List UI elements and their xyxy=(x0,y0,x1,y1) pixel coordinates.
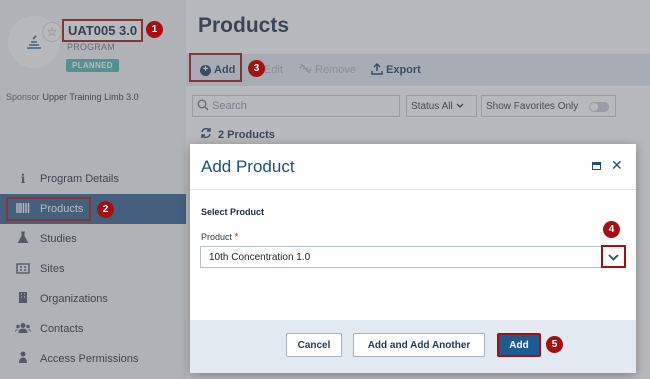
dialog-title: Add Product xyxy=(201,157,295,176)
dialog-header: Add Product ✕ xyxy=(190,144,636,190)
chevron-down-icon xyxy=(608,248,619,266)
callout-badge-3: 3 xyxy=(248,60,265,77)
product-select-value: 10th Concentration 1.0 xyxy=(209,252,311,263)
dialog-footer: Cancel Add and Add Another Add xyxy=(190,320,636,373)
add-and-add-another-button[interactable]: Add and Add Another xyxy=(353,333,485,357)
add-submit-button[interactable]: Add xyxy=(497,333,541,357)
cancel-button[interactable]: Cancel xyxy=(286,333,342,357)
product-field-label: Product * xyxy=(201,232,238,243)
product-field-label-text: Product xyxy=(201,232,233,242)
callout-badge-1: 1 xyxy=(146,21,163,38)
section-label: Select Product xyxy=(201,207,265,217)
callout-badge-2: 2 xyxy=(97,201,114,218)
close-icon[interactable]: ✕ xyxy=(611,158,623,172)
required-mark: * xyxy=(234,232,239,243)
callout-badge-5: 5 xyxy=(546,336,563,353)
product-dropdown-toggle[interactable] xyxy=(601,245,626,268)
callout-badge-4: 4 xyxy=(603,221,620,238)
product-select[interactable]: 10th Concentration 1.0 ✕ xyxy=(200,246,626,268)
add-product-dialog: Add Product ✕ Select Product Product * 1… xyxy=(190,144,636,373)
maximize-icon[interactable] xyxy=(592,162,601,170)
